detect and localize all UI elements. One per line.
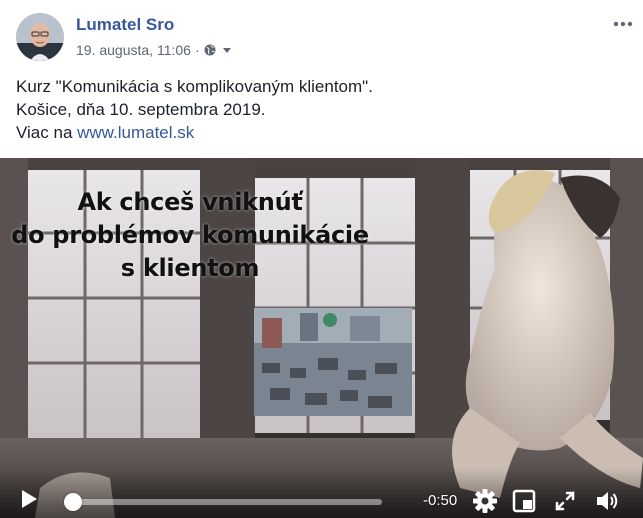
progress-thumb[interactable] xyxy=(64,493,82,511)
traffic-inset-image xyxy=(254,308,412,416)
author-avatar[interactable] xyxy=(16,13,64,61)
video-overlay-caption: Ak chceš vniknúť do problémov komunikáci… xyxy=(10,186,370,285)
author-name-link[interactable]: Lumatel Sro xyxy=(76,15,174,35)
post-text-line: Viac na www.lumatel.sk xyxy=(16,121,616,144)
website-link[interactable]: www.lumatel.sk xyxy=(77,123,194,142)
volume-icon[interactable] xyxy=(594,488,620,514)
globe-icon[interactable] xyxy=(204,44,216,56)
video-player[interactable]: Ak chceš vniknúť do problémov komunikáci… xyxy=(0,158,643,518)
avatar-photo xyxy=(16,13,64,61)
gear-icon[interactable] xyxy=(472,488,498,514)
post-text: Kurz "Komunikácia s komplikovaným klient… xyxy=(16,75,616,144)
overlay-line: do problémov komunikácie xyxy=(11,221,369,249)
chevron-down-icon[interactable] xyxy=(222,45,232,55)
post-text-prefix: Viac na xyxy=(16,123,78,142)
more-options-icon xyxy=(613,21,633,27)
post-timestamp[interactable]: 19. augusta, 11:06 xyxy=(76,42,191,58)
picture-in-picture-icon[interactable] xyxy=(511,488,537,514)
more-options-button[interactable] xyxy=(611,14,635,34)
overlay-line: Ak chceš vniknúť xyxy=(77,188,303,216)
fullscreen-icon[interactable] xyxy=(552,488,578,514)
progress-track xyxy=(64,499,382,505)
play-icon[interactable] xyxy=(18,488,40,510)
progress-scrubber[interactable] xyxy=(64,492,382,512)
post-text-line: Košice, dňa 10. septembra 2019. xyxy=(16,100,266,119)
facebook-post: Lumatel Sro 19. augusta, 11:06 · Kurz "K… xyxy=(0,0,643,518)
time-remaining: -0:50 xyxy=(423,492,458,509)
overlay-line: s klientom xyxy=(120,254,260,282)
video-controls-bar: -0:50 xyxy=(0,468,643,518)
post-meta: 19. augusta, 11:06 · xyxy=(76,42,232,58)
meta-separator: · xyxy=(194,42,200,58)
post-text-line: Kurz "Komunikácia s komplikovaným klient… xyxy=(16,77,373,96)
